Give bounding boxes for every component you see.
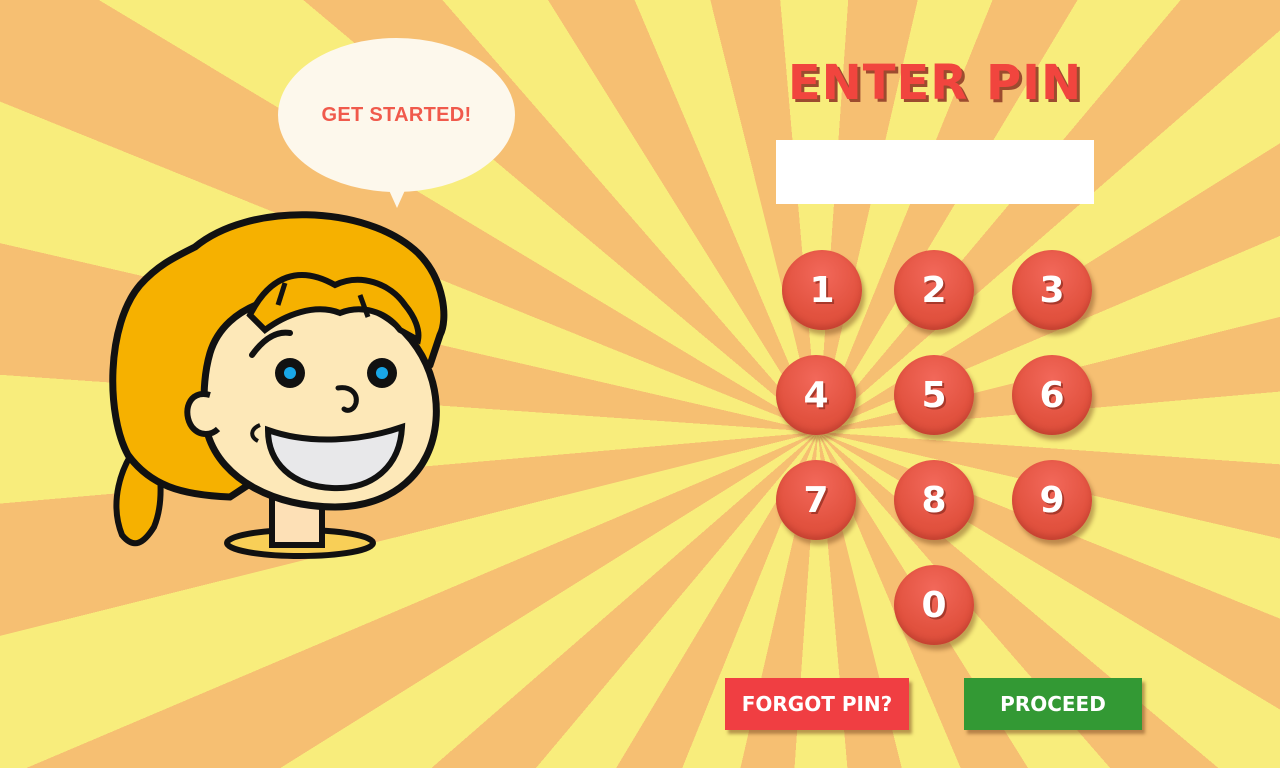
- key-9-button[interactable]: 9: [1012, 460, 1092, 540]
- speech-bubble-text: GET STARTED!: [321, 103, 472, 126]
- key-8-button[interactable]: 8: [894, 460, 974, 540]
- key-label: 1: [809, 269, 835, 311]
- key-label: 5: [921, 374, 947, 416]
- page-title: ENTER PIN: [787, 55, 1083, 111]
- key-0-button[interactable]: 0: [894, 565, 974, 645]
- key-1-button[interactable]: 1: [782, 250, 862, 330]
- key-4-button[interactable]: 4: [776, 355, 856, 435]
- key-label: 3: [1039, 269, 1065, 311]
- cartoon-girl-icon: [109, 211, 448, 559]
- forgot-pin-button[interactable]: FORGOT PIN?: [725, 678, 909, 730]
- key-5-button[interactable]: 5: [894, 355, 974, 435]
- key-label: 2: [921, 269, 947, 311]
- key-7-button[interactable]: 7: [776, 460, 856, 540]
- key-2-button[interactable]: 2: [894, 250, 974, 330]
- proceed-button[interactable]: PROCEED: [964, 678, 1142, 730]
- key-label: 4: [803, 374, 829, 416]
- pin-field[interactable]: [776, 140, 1094, 204]
- speech-bubble: GET STARTED!: [278, 38, 515, 208]
- key-label: 9: [1039, 479, 1065, 521]
- key-label: 7: [803, 479, 829, 521]
- key-label: 0: [921, 584, 947, 626]
- key-3-button[interactable]: 3: [1012, 250, 1092, 330]
- key-label: 6: [1039, 374, 1065, 416]
- key-6-button[interactable]: 6: [1012, 355, 1092, 435]
- key-label: 8: [921, 479, 947, 521]
